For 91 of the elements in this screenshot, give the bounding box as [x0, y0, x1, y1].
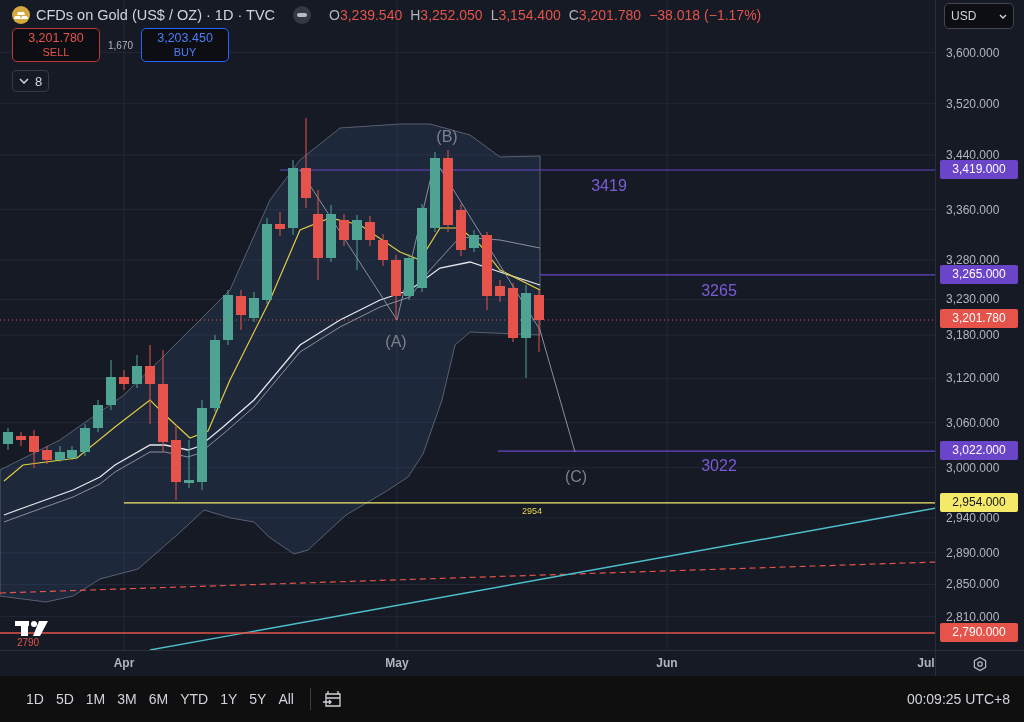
calendar-icon[interactable]	[323, 689, 343, 709]
time-label: Apr	[113, 656, 135, 670]
candlestick	[236, 289, 246, 331]
price-tick: 3,230.000	[946, 291, 1000, 308]
candlestick	[223, 289, 233, 346]
ohlc-value: 3,252.050	[420, 7, 483, 23]
range-button[interactable]: 1Y	[214, 687, 244, 711]
candlestick	[495, 279, 505, 303]
price-tag: 3,022.000	[940, 441, 1018, 461]
chart-label: (B)	[436, 128, 458, 146]
price-tick: 3,000.000	[946, 459, 1000, 476]
candlestick	[93, 399, 103, 433]
candlestick	[352, 214, 362, 271]
candlestick	[365, 215, 375, 247]
price-tick: 2,940.000	[946, 509, 1000, 526]
range-button[interactable]: 3M	[111, 687, 143, 711]
chart-label: 2790	[16, 637, 40, 648]
range-button[interactable]: 6M	[142, 687, 175, 711]
time-label: May	[385, 656, 409, 670]
chart-label: 3419	[591, 177, 627, 195]
price-tick: 3,520.000	[946, 95, 1000, 112]
chart-label: (A)	[385, 333, 407, 351]
candlestick	[339, 213, 349, 247]
time-label: Jul	[917, 656, 935, 670]
price-tick: 2,850.000	[946, 576, 1000, 593]
sell-button[interactable]: 3,201.780 SELL	[12, 28, 100, 62]
chart-label: 3022	[701, 457, 737, 475]
clock-text: 00:09:25 UTC+8	[906, 691, 1010, 707]
candlestick	[119, 369, 129, 391]
candlestick	[326, 204, 336, 263]
price-tick: 2,890.000	[946, 544, 1000, 561]
price-tag: 2,954.000	[940, 492, 1018, 512]
candlestick	[184, 439, 194, 489]
candlestick	[469, 229, 479, 253]
candlestick	[275, 211, 285, 237]
price-tick: 3,440.000	[946, 147, 1000, 163]
spread-value: 1,670	[108, 39, 134, 51]
ohlc-key: L	[490, 7, 499, 23]
price-tick: 2,810.000	[946, 608, 1000, 625]
candlestick	[42, 445, 52, 465]
range-button[interactable]: YTD	[174, 687, 215, 711]
price-tag: 3,265.000	[940, 264, 1018, 284]
price-tick: 3,600.000	[946, 44, 1000, 61]
range-button[interactable]: 5Y	[243, 687, 273, 711]
ohlc-key: O	[329, 7, 340, 23]
range-button[interactable]: All	[272, 687, 300, 711]
coin-stack-icon	[12, 6, 30, 24]
candlestick	[508, 282, 518, 343]
indicators-toggle[interactable]: 8	[12, 70, 50, 92]
price-tick: 3,180.000	[946, 327, 1000, 343]
currency-select[interactable]: USD	[944, 3, 1014, 29]
candlestick	[55, 445, 65, 463]
price-tick: 3,060.000	[946, 414, 1000, 431]
candlestick	[29, 429, 39, 469]
candlestick	[378, 233, 388, 267]
candlestick	[534, 289, 544, 353]
ohlc-key: C	[568, 7, 579, 23]
candlestick	[80, 423, 90, 457]
buy-button[interactable]: 3,203.450 BUY	[141, 28, 230, 62]
price-tag: 3,419.000	[940, 160, 1018, 179]
candlestick	[132, 354, 142, 389]
chart-label: 2954	[522, 506, 542, 516]
ohlc-value: 3,239.540	[339, 7, 403, 23]
candlestick	[404, 253, 414, 301]
price-tag: 2,790.000	[940, 622, 1018, 642]
ohlc-value: 3,154.400	[498, 7, 561, 23]
collapse-icon[interactable]	[293, 6, 312, 24]
candlestick	[391, 254, 401, 321]
price-tick: 3,360.000	[946, 201, 1000, 218]
candlestick	[67, 445, 77, 461]
chart-label: (C)	[564, 468, 588, 486]
symbol-title: CFDs on Gold (US$ / OZ) · 1D · TVC	[36, 7, 276, 23]
candlestick	[249, 291, 259, 323]
ohlc-key: H	[410, 7, 421, 23]
range-button[interactable]: 1D	[20, 687, 50, 711]
chevron-down-icon	[999, 13, 1007, 19]
logo-icon	[15, 621, 48, 636]
chevron-down-icon	[19, 78, 29, 84]
range-button[interactable]: 5D	[49, 687, 80, 711]
candlestick	[106, 359, 116, 411]
price-change: −38.018 (−1.17%)	[649, 7, 762, 23]
candlestick	[16, 431, 26, 447]
price-tag: 3,201.780	[940, 309, 1018, 329]
price-tick: 3,120.000	[946, 370, 1000, 387]
range-button[interactable]: 1M	[79, 687, 112, 711]
chart-label: 3265	[701, 282, 737, 300]
candlestick	[456, 203, 466, 257]
settings-icon[interactable]	[972, 655, 988, 672]
candlestick	[3, 427, 13, 451]
ohlc-value: 3,201.780	[578, 7, 642, 23]
time-label: Jun	[656, 656, 678, 670]
